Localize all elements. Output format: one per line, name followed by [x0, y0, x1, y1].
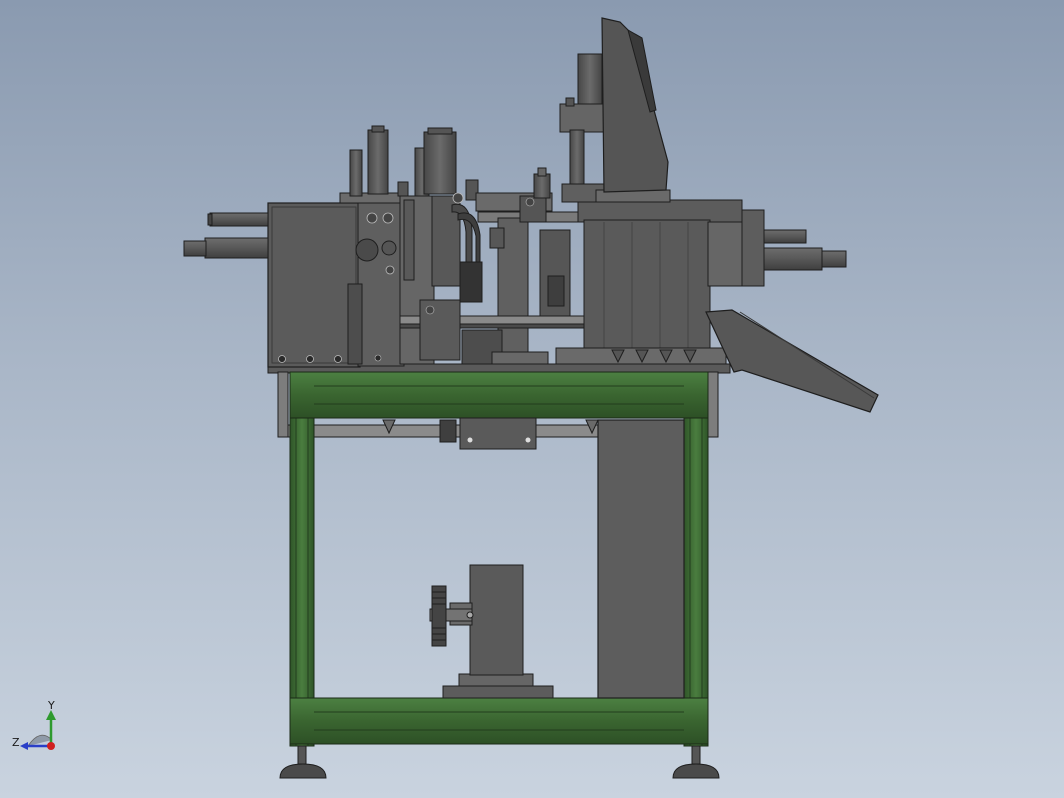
left-shaft-lower [204, 237, 269, 259]
drive-motor-assembly [429, 564, 554, 699]
timing-pulley-lower [431, 585, 447, 647]
right-shaft-lower [763, 247, 823, 271]
leveling-foot-right [672, 745, 720, 779]
left-shaft-upper [209, 212, 269, 227]
z-axis-label: Z [12, 736, 20, 749]
y-axis-label: Y [47, 699, 55, 712]
gear-motor [469, 564, 524, 676]
left-spindle-head [183, 202, 361, 368]
right-spindle-head [555, 199, 847, 365]
discharge-chute [705, 309, 879, 413]
orientation-triad: Y Z [12, 699, 56, 750]
vertical-cylinders-left [349, 125, 457, 197]
leveling-foot-left [279, 745, 327, 779]
frame-leg-right [683, 371, 709, 747]
electrical-cabinet [597, 419, 685, 699]
frame-leg-left [289, 371, 315, 747]
frame-beam-bottom [289, 697, 709, 745]
frame-beam-top [289, 371, 709, 419]
triad-origin [47, 742, 55, 750]
hmi-monitor [601, 17, 669, 193]
cad-viewport[interactable]: Y Z [0, 0, 1064, 798]
right-shaft-upper [763, 229, 807, 244]
